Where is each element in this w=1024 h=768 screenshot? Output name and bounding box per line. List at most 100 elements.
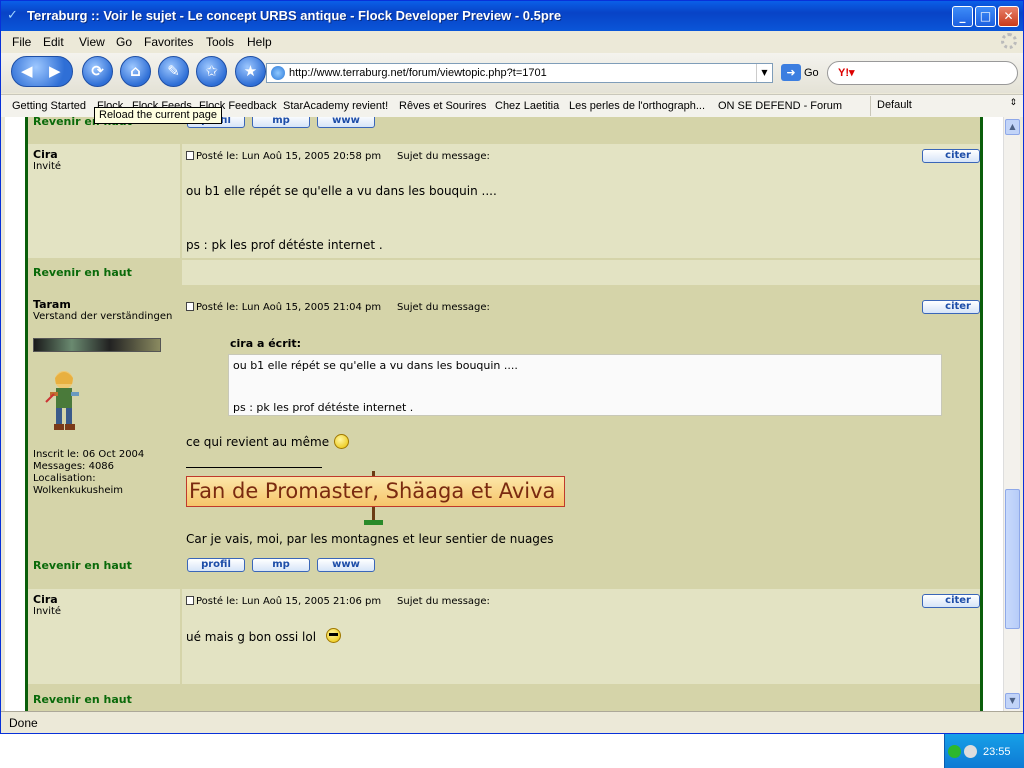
table-row: Revenir en haut profil mp www	[28, 552, 980, 580]
location-value: Wolkenkukusheim	[33, 485, 123, 496]
post-document-icon	[186, 596, 194, 605]
reload-button[interactable]: ⟳	[82, 56, 113, 87]
globe-icon	[271, 66, 285, 80]
back-arrow-icon[interactable]: ◀	[21, 57, 33, 86]
address-bar[interactable]: http://www.terraburg.net/forum/viewtopic…	[266, 63, 773, 83]
post-date: Lun Aoû 15, 2005 20:58 pm	[241, 151, 382, 162]
bookmark-item[interactable]: Getting Started	[12, 100, 86, 112]
favorites-button[interactable]: ✩	[196, 56, 227, 87]
quote-button[interactable]: citer	[922, 594, 980, 608]
title-bar: ✓ Terraburg :: Voir le sujet - Le concep…	[1, 1, 1023, 31]
maximize-button[interactable]: □	[975, 6, 996, 27]
bookmark-item[interactable]: Les perles de l'orthograph...	[569, 100, 705, 112]
www-button[interactable]: www	[317, 117, 375, 128]
scroll-down-arrow-icon[interactable]: ▼	[1005, 693, 1020, 709]
back-to-top-link[interactable]: Revenir en haut	[33, 559, 132, 572]
bookmark-group-select[interactable]: Default ⇕	[870, 96, 1020, 116]
vertical-scrollbar[interactable]: ▲ ▼	[1003, 117, 1020, 711]
back-forward-buttons[interactable]: ◀ ▶	[11, 56, 73, 87]
terraburg-logo	[33, 338, 161, 352]
www-button[interactable]: www	[317, 558, 375, 572]
quote-box: ou b1 elle répét se qu'elle a vu dans le…	[228, 354, 942, 416]
security-check-icon[interactable]	[948, 745, 961, 758]
menu-edit[interactable]: Edit	[43, 35, 64, 49]
post-header: Posté le: Lun Aoû 15, 2005 21:06 pm Suje…	[186, 596, 490, 607]
blog-button[interactable]: ✎	[158, 56, 189, 87]
back-to-top-link[interactable]: Revenir en haut	[33, 266, 132, 279]
post-author: Cira	[33, 148, 58, 161]
signature-divider	[186, 467, 322, 468]
window-title: Terraburg :: Voir le sujet - Le concept …	[27, 8, 562, 23]
bookmark-item[interactable]: StarAcademy revient!	[283, 100, 388, 112]
star-icon: ✩	[205, 62, 218, 80]
browser-window: ✓ Terraburg :: Voir le sujet - Le concep…	[0, 0, 1024, 734]
scrollbar-thumb[interactable]	[1005, 489, 1020, 629]
posted-label: Posté le:	[196, 302, 239, 313]
system-tray: 23:55	[944, 734, 1024, 768]
reload-icon: ⟳	[91, 62, 104, 80]
bookmark-item[interactable]: Chez Laetitia	[495, 100, 559, 112]
close-button[interactable]: ✕	[998, 6, 1019, 27]
bookmark-item[interactable]: ON SE DEFEND - Forum	[718, 100, 842, 112]
menu-file[interactable]: File	[12, 35, 31, 49]
quote-button[interactable]: citer	[922, 300, 980, 314]
quote-button[interactable]: citer	[922, 149, 980, 163]
back-to-top-link[interactable]: Revenir en haut	[33, 693, 132, 706]
table-row: Revenir en haut	[28, 686, 980, 711]
join-date: Inscrit le: 06 Oct 2004	[33, 449, 145, 460]
go-button[interactable]: Go	[804, 67, 819, 79]
pm-button[interactable]: mp	[252, 117, 310, 128]
post-body-line: ce qui revient au même	[186, 435, 330, 449]
post-row: Taram Verstand der verständingen Inscrit…	[28, 295, 980, 550]
page-content: Revenir en haut profil mp www Cira Invit…	[5, 117, 1003, 711]
bookmark-group-value: Default	[877, 99, 912, 111]
bookmark-item[interactable]: Rêves et Sourires	[399, 100, 486, 112]
location-label: Localisation:	[33, 473, 96, 484]
network-icon[interactable]	[964, 745, 977, 758]
forward-arrow-icon[interactable]: ▶	[49, 57, 61, 86]
post-body-line: ps : pk les prof détéste internet .	[186, 238, 383, 252]
cool-smiley-icon	[326, 628, 341, 643]
url-input[interactable]: http://www.terraburg.net/forum/viewtopic…	[289, 67, 547, 79]
post-date: Lun Aoû 15, 2005 21:06 pm	[241, 596, 382, 607]
post-document-icon	[186, 151, 194, 160]
posted-label: Posté le:	[196, 151, 239, 162]
quote-author: cira a écrit:	[230, 337, 302, 350]
bookmark-star-button[interactable]: ★	[235, 56, 266, 87]
profile-button[interactable]: profil	[187, 558, 245, 572]
smiley-icon	[334, 434, 349, 449]
clock[interactable]: 23:55	[983, 746, 1011, 758]
scroll-up-arrow-icon[interactable]: ▲	[1005, 119, 1020, 135]
status-text: Done	[9, 716, 38, 730]
pm-button[interactable]: mp	[252, 558, 310, 572]
menu-help[interactable]: Help	[247, 35, 272, 49]
menu-view[interactable]: View	[79, 35, 105, 49]
post-row: Cira Invité Posté le: Lun Aoû 15, 2005 2…	[28, 144, 980, 258]
go-arrow-icon[interactable]: ➜	[781, 64, 801, 81]
subject-label: Sujet du message:	[397, 596, 490, 607]
post-header: Posté le: Lun Aoû 15, 2005 21:04 pm Suje…	[186, 302, 490, 313]
post-author-rank: Verstand der verständingen	[33, 311, 173, 322]
home-icon: ⌂	[130, 62, 141, 80]
status-bar: Done	[1, 711, 1023, 733]
signature-banner: Fan de Promaster, Shäaga et Aviva	[186, 476, 565, 507]
menu-favorites[interactable]: Favorites	[144, 35, 193, 49]
menu-go[interactable]: Go	[116, 35, 132, 49]
search-input[interactable]: Y!▾	[827, 61, 1018, 85]
posted-label: Posté le:	[196, 596, 239, 607]
message-count: Messages: 4086	[33, 461, 115, 472]
home-button[interactable]: ⌂	[120, 56, 151, 87]
post-author: Taram	[33, 298, 71, 311]
minimize-button[interactable]: _	[952, 6, 973, 27]
yahoo-search-icon[interactable]: Y!▾	[838, 66, 855, 79]
post-author: Cira	[33, 593, 58, 606]
menu-bar: File Edit View Go Favorites Tools Help	[1, 31, 1023, 53]
pen-icon: ✎	[167, 62, 180, 80]
avatar	[45, 371, 79, 430]
subject-label: Sujet du message:	[397, 151, 490, 162]
chevron-down-icon[interactable]: ▼	[756, 64, 772, 82]
post-body-line: ué mais g bon ossi lol	[186, 630, 317, 644]
menu-tools[interactable]: Tools	[206, 35, 234, 49]
post-date: Lun Aoû 15, 2005 21:04 pm	[241, 302, 382, 313]
quote-line: ps : pk les prof détéste internet .	[233, 401, 414, 414]
